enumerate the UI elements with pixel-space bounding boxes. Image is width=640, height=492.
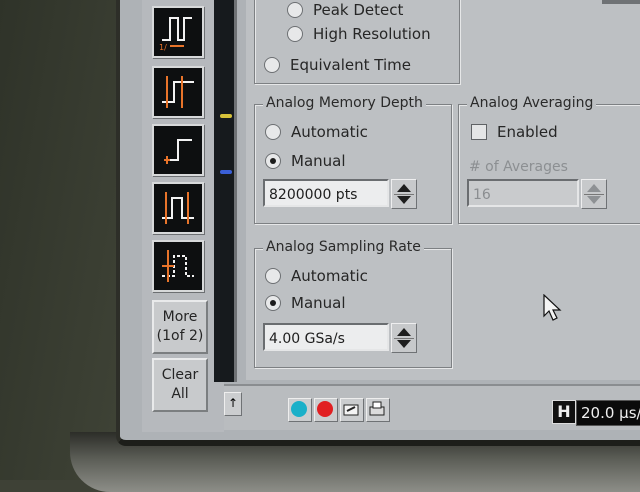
period-icon	[162, 250, 194, 282]
sampling-automatic-label: Automatic	[291, 267, 368, 285]
sampling-manual-option[interactable]: Manual	[265, 294, 346, 312]
memory-automatic-radio[interactable]	[265, 124, 281, 140]
memory-depth-group: Analog Memory Depth Automatic Manual 820…	[254, 95, 452, 224]
sampling-automatic-radio[interactable]	[265, 268, 281, 284]
high-resolution-option[interactable]: High Resolution	[287, 25, 431, 43]
averages-count-spinner[interactable]	[581, 179, 607, 209]
clear-all-button[interactable]: Clear All	[152, 358, 208, 412]
measurement-toolbar: 1/ More (1of 2) Clear All	[142, 0, 224, 432]
spin-up-icon[interactable]	[397, 328, 411, 336]
mouse-cursor-icon	[543, 294, 562, 321]
more-label: More	[162, 309, 198, 325]
averages-count-label: # of Averages	[469, 159, 568, 175]
rise-time-button[interactable]	[152, 66, 204, 118]
sampling-rate-title: Analog Sampling Rate	[263, 239, 424, 255]
sampling-manual-radio[interactable]	[265, 295, 281, 311]
equivalent-time-radio[interactable]	[264, 57, 280, 73]
peak-detect-label: Peak Detect	[313, 1, 404, 19]
memory-manual-label: Manual	[291, 152, 346, 170]
oscilloscope-screen: 1/ More (1of 2) Clear All Peak Detect Hi…	[116, 0, 640, 446]
memory-automatic-option[interactable]: Automatic	[265, 123, 368, 141]
averaging-title: Analog Averaging	[467, 95, 597, 111]
folder-icon	[343, 404, 359, 416]
sampling-automatic-option[interactable]: Automatic	[265, 267, 368, 285]
edge-button[interactable]	[152, 124, 204, 176]
stop-button[interactable]	[314, 398, 338, 422]
channel-2-marker	[220, 170, 232, 174]
equivalent-time-option[interactable]: Equivalent Time	[264, 56, 411, 74]
more-page-label: (1of 2)	[156, 328, 204, 344]
channel-1-marker	[220, 114, 232, 118]
spin-up-icon[interactable]	[587, 184, 601, 192]
acquisition-dialog: Peak Detect High Resolution Equivalent T…	[246, 0, 640, 380]
edge-icon	[164, 139, 192, 164]
waveform-area	[214, 0, 237, 382]
spin-down-icon[interactable]	[397, 196, 411, 204]
printer-icon	[369, 401, 385, 416]
sampling-manual-label: Manual	[291, 294, 346, 312]
print-button[interactable]	[366, 398, 390, 422]
averaging-group: Analog Averaging Enabled # of Averages 1…	[458, 95, 640, 224]
memory-manual-radio[interactable]	[265, 153, 281, 169]
top-right-control-edge	[602, 0, 640, 4]
run-icon	[291, 401, 307, 417]
timebase-readout[interactable]: 20.0 µs/	[576, 400, 640, 426]
peak-detect-option[interactable]: Peak Detect	[287, 1, 403, 19]
spin-up-icon[interactable]	[397, 184, 411, 192]
period-button[interactable]	[152, 240, 204, 292]
status-bar: ↑ H 20.0 µs/	[224, 384, 640, 430]
memory-depth-title: Analog Memory Depth	[263, 95, 426, 111]
averaging-enabled-label: Enabled	[497, 123, 558, 141]
stop-icon	[317, 401, 333, 417]
sampling-rate-input[interactable]: 4.00 GSa/s	[263, 323, 389, 351]
pulse-width-icon: 1/	[159, 17, 192, 52]
open-file-button[interactable]	[340, 398, 364, 422]
fall-time-icon	[162, 192, 194, 224]
svg-text:1/: 1/	[159, 43, 167, 52]
memory-manual-option[interactable]: Manual	[265, 152, 346, 170]
horizontal-label: H	[552, 400, 576, 424]
equivalent-time-label: Equivalent Time	[290, 56, 412, 74]
clear-all-label: All	[171, 386, 189, 402]
averages-count-input[interactable]: 16	[467, 179, 579, 207]
fall-time-button[interactable]	[152, 182, 204, 234]
more-button[interactable]: More (1of 2)	[152, 300, 208, 354]
rise-time-icon	[162, 76, 194, 108]
high-resolution-label: High Resolution	[313, 25, 431, 43]
memory-automatic-label: Automatic	[291, 123, 368, 141]
peak-detect-radio[interactable]	[287, 2, 303, 18]
pulse-width-button[interactable]: 1/	[152, 6, 204, 58]
spin-down-icon[interactable]	[587, 196, 601, 204]
sampling-rate-spinner[interactable]	[391, 323, 417, 353]
clear-label: Clear	[161, 367, 199, 383]
run-button[interactable]	[288, 398, 312, 422]
sampling-rate-group: Analog Sampling Rate Automatic Manual 4.…	[254, 239, 452, 368]
spin-down-icon[interactable]	[397, 340, 411, 348]
averaging-enabled-option[interactable]: Enabled	[471, 123, 558, 141]
scroll-up-icon[interactable]: ↑	[224, 392, 242, 416]
averaging-enabled-checkbox[interactable]	[471, 124, 487, 140]
memory-depth-spinner[interactable]	[391, 179, 417, 209]
memory-depth-input[interactable]: 8200000 pts	[263, 179, 389, 207]
high-resolution-radio[interactable]	[287, 26, 303, 42]
